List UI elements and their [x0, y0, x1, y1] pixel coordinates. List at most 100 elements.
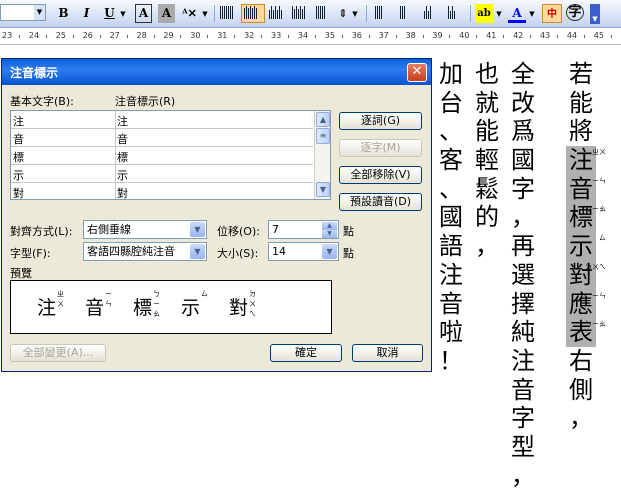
close-icon[interactable]: ✕	[407, 63, 427, 82]
text-char[interactable]: 台	[436, 89, 466, 118]
chevron-down-icon[interactable]: ▼	[190, 222, 205, 237]
text-char[interactable]: 應ㄧㄣ	[566, 289, 606, 319]
text-char[interactable]: 注	[436, 261, 466, 290]
ok-button[interactable]: 確定	[270, 344, 342, 362]
underline-button[interactable]: U	[101, 4, 118, 23]
text-char[interactable]: 對ㄉㄨㄟ	[566, 260, 606, 290]
text-char[interactable]: ，	[508, 203, 538, 232]
increase-indent-icon[interactable]	[448, 6, 464, 21]
text-char[interactable]: 音	[436, 290, 466, 319]
highlight-dropdown[interactable]: ▼	[495, 4, 503, 23]
text-char[interactable]: ！	[436, 347, 466, 376]
text-char[interactable]: 就	[472, 89, 502, 118]
scroll-up-icon[interactable]: ▲	[316, 112, 330, 127]
by-word-button[interactable]: 逐詞(G)	[339, 112, 422, 130]
text-char[interactable]: 改	[508, 89, 538, 118]
text-char[interactable]: 表ㄅㄧㄠ	[566, 318, 606, 347]
justify-icon[interactable]	[292, 6, 310, 21]
chevron-down-icon[interactable]: ▼	[322, 244, 337, 259]
text-char[interactable]: 輕	[472, 146, 502, 175]
by-char-button[interactable]: 逐字(M)	[339, 139, 422, 157]
text-char[interactable]: 國	[436, 203, 466, 232]
scroll-down-icon[interactable]: ▼	[316, 182, 330, 197]
text-char[interactable]: 全	[508, 60, 538, 89]
align-right-icon[interactable]	[269, 6, 287, 21]
bold-button[interactable]: B	[55, 4, 72, 23]
table-row[interactable]: 注注	[11, 111, 313, 129]
text-char[interactable]: ，	[566, 404, 596, 433]
text-char[interactable]: 字	[508, 404, 538, 433]
decrease-indent-icon[interactable]	[424, 6, 440, 21]
text-char[interactable]: 能	[472, 117, 502, 146]
text-char[interactable]: 選	[508, 261, 538, 290]
chevron-down-icon[interactable]: ▼	[322, 230, 337, 238]
text-char[interactable]: 標ㄅㄧㄠ	[566, 203, 606, 233]
text-char[interactable]: 啦	[436, 318, 466, 347]
bullets-icon[interactable]	[400, 6, 416, 21]
text-char[interactable]: 的	[472, 203, 502, 232]
text-column[interactable]: 若能將注ㄓㄨ音ㄧㄣ標ㄅㄧㄠ示ㄙ對ㄉㄨㄟ應ㄧㄣ表ㄅㄧㄠ右側，	[566, 60, 606, 433]
table-row[interactable]: 標標	[11, 147, 313, 165]
scroll-thumb[interactable]: ≡	[316, 128, 330, 144]
text-char[interactable]: 再	[508, 232, 538, 261]
text-column[interactable]: 加台、客、國語注音啦！	[436, 60, 466, 376]
offset-stepper[interactable]: 7 ▲ ▼	[268, 220, 339, 239]
highlight-icon[interactable]: ab	[475, 4, 493, 23]
apply-all-button[interactable]: 全部變更(A)...	[10, 344, 106, 362]
text-char[interactable]: 爲	[508, 117, 538, 146]
align-left-icon[interactable]	[220, 6, 238, 21]
table-row[interactable]: 示示	[11, 165, 313, 183]
chevron-down-icon[interactable]: ▼	[190, 244, 205, 259]
font-color-dropdown[interactable]: ▼	[528, 4, 536, 23]
phonetic-guide-icon[interactable]: ᴬ✕	[181, 4, 198, 23]
text-char[interactable]: 純	[508, 318, 538, 347]
text-char[interactable]: 字	[508, 175, 538, 204]
text-char[interactable]: 擇	[508, 290, 538, 319]
text-char[interactable]: 注	[508, 347, 538, 376]
text-char[interactable]: 注ㄓㄨ	[566, 146, 606, 175]
font-size-combo[interactable]: ▼	[0, 4, 46, 21]
dialog-titlebar[interactable]: 注音標示 ✕	[2, 59, 431, 85]
text-char[interactable]: ，	[508, 462, 538, 491]
text-char[interactable]: 客	[436, 146, 466, 175]
text-char[interactable]: 也	[472, 60, 502, 89]
table-row[interactable]: 對對	[11, 183, 313, 199]
text-char[interactable]: 側	[566, 376, 596, 405]
text-char[interactable]: 能	[566, 89, 596, 118]
line-spacing-icon[interactable]: ⇕	[336, 4, 350, 23]
chevron-down-icon[interactable]: ▼	[34, 5, 45, 20]
default-reading-button[interactable]: 預設讀音(D)	[339, 193, 422, 211]
underline-dropdown[interactable]: ▼	[119, 4, 127, 23]
chevron-up-icon[interactable]: ▲	[322, 222, 337, 230]
grid-scrollbar[interactable]: ▲ ≡ ▼	[314, 111, 330, 199]
text-column[interactable]: 全改爲國字，再選擇純注音字型，	[508, 60, 538, 490]
text-char[interactable]: 鬆	[472, 175, 502, 204]
remove-all-button[interactable]: 全部移除(V)	[339, 166, 422, 184]
text-char[interactable]: 示ㄙ	[566, 232, 606, 261]
numbering-icon[interactable]	[375, 6, 391, 21]
char-shading-button[interactable]: A	[158, 4, 175, 23]
text-char[interactable]: 右	[566, 347, 596, 376]
text-char[interactable]: 音ㄧㄣ	[566, 174, 606, 204]
text-char[interactable]: 國	[508, 146, 538, 175]
document-area[interactable]: 若能將注ㄓㄨ音ㄧㄣ標ㄅㄧㄠ示ㄙ對ㄉㄨㄟ應ㄧㄣ表ㄅㄧㄠ右側，全改爲國字，再選擇純注…	[432, 45, 621, 501]
text-char[interactable]: 音	[508, 376, 538, 405]
toolbar-options-icon[interactable]: ▼	[590, 4, 600, 24]
text-char[interactable]: 、	[436, 175, 466, 204]
text-char[interactable]: ，	[472, 232, 502, 261]
font-select[interactable]: 客語四縣腔純注音 ▼	[83, 242, 207, 261]
text-char[interactable]: 加	[436, 60, 466, 89]
text-char[interactable]: 、	[436, 117, 466, 146]
phonetic-dropdown[interactable]: ▼	[201, 4, 209, 23]
enclose-char-icon[interactable]: 字	[566, 4, 584, 21]
asian-layout-icon[interactable]: 中	[542, 4, 562, 23]
text-char[interactable]: 型	[508, 433, 538, 462]
line-spacing-dropdown[interactable]: ▼	[351, 4, 359, 23]
alignment-select[interactable]: 右側垂線 ▼	[83, 220, 207, 239]
italic-button[interactable]: I	[78, 4, 95, 23]
cancel-button[interactable]: 取消	[352, 344, 423, 362]
size-select[interactable]: 14 ▼	[268, 242, 339, 261]
text-column[interactable]: 也就能輕鬆的，	[472, 60, 502, 261]
text-char[interactable]: 將	[566, 117, 596, 146]
horizontal-ruler[interactable]: 23 24 25 26 27 28 29 30 31 32 33 34 35 36 37 38 39 40 41 42…	[0, 28, 621, 45]
